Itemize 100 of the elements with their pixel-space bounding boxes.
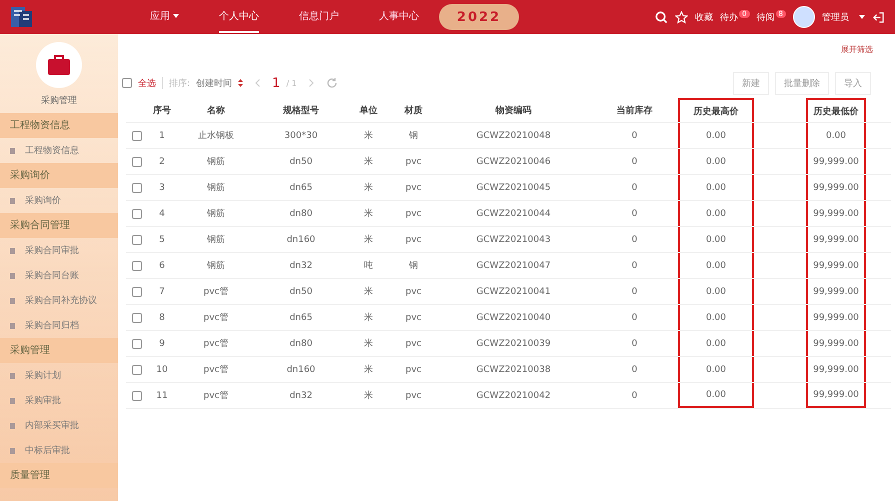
- prev-page-icon[interactable]: [255, 79, 260, 87]
- table-cell-text: 11: [155, 390, 169, 402]
- toolbar-button[interactable]: 新建: [733, 72, 769, 94]
- sidebar-item[interactable]: 采购合同台账: [0, 263, 118, 288]
- table-cell-text: GCWZ20210038: [475, 364, 552, 376]
- search-icon[interactable]: [655, 10, 668, 24]
- nav-tab[interactable]: 信息门户: [299, 1, 339, 33]
- table-cell-text: 钢筋: [206, 182, 226, 195]
- table-cell-text: 米: [363, 130, 374, 143]
- sidebar-item[interactable]: 采购合同补充协议: [0, 288, 118, 313]
- table-cell-text: 9: [158, 338, 166, 350]
- table-cell-text: 0: [630, 208, 638, 220]
- nav-tab[interactable]: 个人中心: [219, 1, 259, 33]
- column-header: 序号: [152, 104, 172, 118]
- table-cell-text: 5: [158, 234, 166, 246]
- table-cell-text: GCWZ20210046: [475, 156, 552, 168]
- sidebar-group[interactable]: 工程物资信息: [0, 113, 118, 138]
- table-cell: 0.00: [678, 253, 754, 278]
- row-checkbox[interactable]: [132, 338, 142, 348]
- table-cell-text: dn65: [288, 182, 314, 194]
- next-page-icon[interactable]: [308, 79, 314, 87]
- sort-dropdown[interactable]: 创建时间: [196, 76, 232, 90]
- row-checkbox[interactable]: [132, 286, 142, 296]
- table-cell-text: dn50: [288, 286, 314, 298]
- table-cell: 0.00: [678, 279, 754, 304]
- table-cell-text: 米: [363, 156, 374, 169]
- table-cell-text: GCWZ20210043: [475, 234, 552, 246]
- table-cell: 99,999.00: [806, 331, 866, 356]
- sidebar-group[interactable]: 采购管理: [0, 338, 118, 363]
- table-cell-text: pvc管: [202, 286, 230, 299]
- toolbar-button[interactable]: 导入: [835, 72, 871, 94]
- table-cell-text: 300*30: [283, 130, 319, 142]
- sort-icon[interactable]: [238, 79, 244, 87]
- table-cell-text: 0: [630, 390, 638, 402]
- sidebar-item[interactable]: 中标后审批: [0, 438, 118, 463]
- row-checkbox[interactable]: [132, 260, 142, 270]
- caret-icon[interactable]: [859, 15, 865, 19]
- table-cell-text: 2: [158, 156, 166, 168]
- table-cell-text: 吨: [363, 260, 374, 273]
- row-checkbox[interactable]: [132, 156, 142, 166]
- sidebar-item[interactable]: 采购计划: [0, 363, 118, 388]
- column-header: 历史最高价: [678, 98, 754, 122]
- column-header: 单位: [358, 104, 378, 118]
- table-cell-text: dn50: [288, 156, 314, 168]
- table-cell: 0.00: [678, 201, 754, 226]
- sidebar-item[interactable]: 采购询价: [0, 188, 118, 213]
- table-cell-text: GCWZ20210042: [475, 390, 552, 402]
- avatar[interactable]: [793, 6, 815, 28]
- table-cell: 0.00: [678, 123, 754, 148]
- sidebar-item[interactable]: 采购合同审批: [0, 238, 118, 263]
- expand-filter-link[interactable]: 展开筛选: [841, 44, 873, 58]
- module-title: 采购管理: [41, 94, 77, 107]
- table-cell-text: 米: [363, 234, 374, 247]
- sidebar-group[interactable]: 采购询价: [0, 163, 118, 188]
- row-checkbox[interactable]: [132, 208, 142, 218]
- row-checkbox[interactable]: [132, 390, 142, 400]
- sidebar-group[interactable]: 质量管理: [0, 463, 118, 488]
- row-checkbox[interactable]: [132, 234, 142, 244]
- row-checkbox[interactable]: [132, 182, 142, 192]
- table-cell: 99,999.00: [806, 383, 866, 408]
- notification-link[interactable]: 待办 $^{0}$: [720, 10, 750, 24]
- select-all-checkbox[interactable]: [122, 78, 132, 88]
- table-cell-text: pvc: [404, 234, 422, 246]
- table-cell: 99,999.00: [806, 357, 866, 382]
- logo-icon: [10, 5, 34, 29]
- table-cell-text: 米: [363, 390, 374, 403]
- column-header: 当前库存: [616, 104, 654, 118]
- sidebar-group[interactable]: 采购合同管理: [0, 213, 118, 238]
- page-number: 1: [272, 76, 280, 90]
- table-cell-text: 8: [158, 312, 166, 324]
- toolbar-button[interactable]: 批量删除: [775, 72, 829, 94]
- row-checkbox[interactable]: [132, 364, 142, 374]
- table-cell-text: 0: [630, 312, 638, 324]
- table-cell-text: GCWZ20210044: [475, 208, 552, 220]
- table-cell-text: pvc: [404, 182, 422, 194]
- table-cell-text: 米: [363, 182, 374, 195]
- column-header: 历史最低价: [806, 98, 866, 122]
- sidebar-item[interactable]: 内部采买审批: [0, 413, 118, 438]
- sidebar-item[interactable]: 工程物资信息: [0, 138, 118, 163]
- table-cell: 0.00: [678, 227, 754, 252]
- logout-icon[interactable]: [872, 10, 885, 24]
- nav-tab[interactable]: 人事中心: [379, 1, 419, 33]
- sort-label: 排序:: [169, 78, 190, 90]
- favorites-link[interactable]: 收藏: [695, 10, 714, 24]
- table-cell-text: dn32: [288, 390, 314, 402]
- sidebar-item[interactable]: 采购审批: [0, 388, 118, 413]
- table-cell: 0.00: [678, 175, 754, 200]
- sidebar-item[interactable]: 采购合同归档: [0, 313, 118, 338]
- table-cell-text: GCWZ20210041: [475, 286, 552, 298]
- notification-link[interactable]: 待阅 $^{8}$: [756, 10, 786, 24]
- table-cell-text: pvc管: [202, 390, 230, 403]
- refresh-icon[interactable]: [326, 77, 338, 89]
- star-icon[interactable]: [675, 10, 688, 24]
- row-checkbox[interactable]: [132, 312, 142, 322]
- user-menu[interactable]: 管理员: [822, 10, 849, 24]
- table-cell-text: dn80: [288, 338, 314, 350]
- row-checkbox[interactable]: [132, 130, 142, 140]
- nav-tab[interactable]: 应用: [150, 1, 179, 33]
- table-cell-text: 10: [155, 364, 169, 376]
- table-cell-text: 钢筋: [206, 260, 226, 273]
